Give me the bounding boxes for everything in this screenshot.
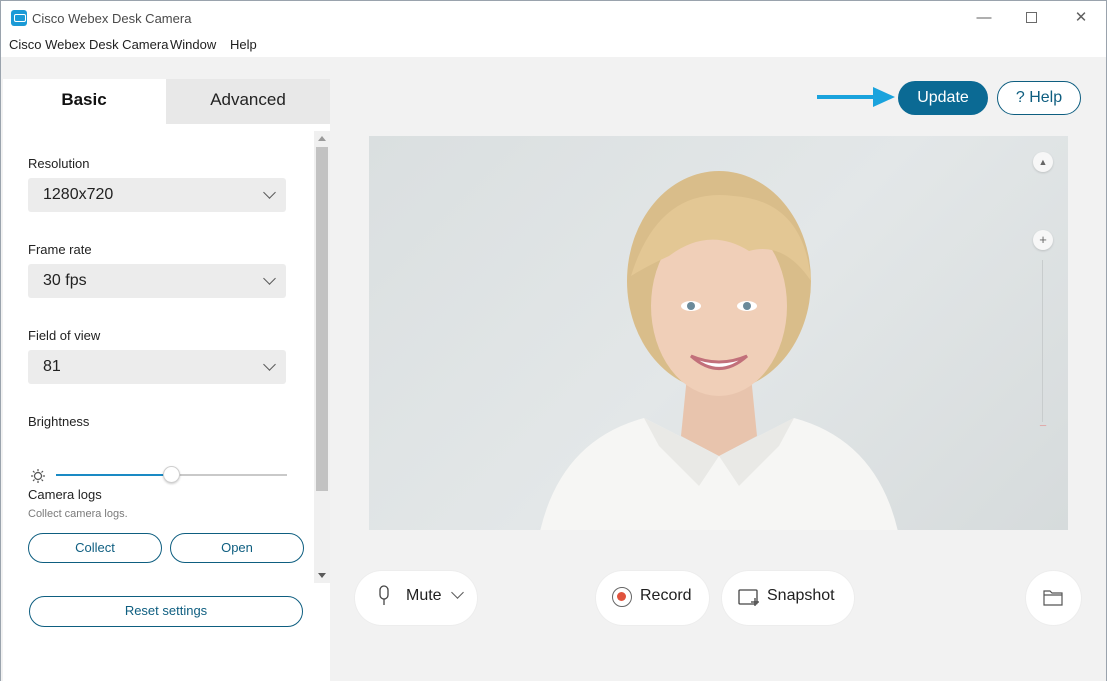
resolution-select[interactable]: 1280x720 <box>28 178 286 212</box>
field-of-view-value: 81 <box>43 358 61 375</box>
settings-scrollbar[interactable] <box>314 131 330 583</box>
field-of-view-select[interactable]: 81 <box>28 350 286 384</box>
menu-item-help[interactable]: Help <box>230 37 257 52</box>
webex-app-icon <box>11 10 27 26</box>
chevron-down-icon <box>263 272 276 285</box>
zoom-in-button[interactable]: + <box>1033 230 1053 250</box>
tab-basic[interactable]: Basic <box>3 79 165 124</box>
brightness-icon <box>31 469 45 483</box>
frame-rate-select[interactable]: 30 fps <box>28 264 286 298</box>
title-bar: Cisco Webex Desk Camera — ✕ <box>1 1 1106 35</box>
microphone-icon <box>379 585 389 605</box>
zoom-out-button[interactable]: − <box>1033 416 1053 436</box>
maximize-button[interactable] <box>1018 7 1044 29</box>
frame-rate-value: 30 fps <box>43 272 87 289</box>
reset-settings-button[interactable]: Reset settings <box>29 596 303 627</box>
resolution-label: Resolution <box>28 156 90 171</box>
resolution-value: 1280x720 <box>43 186 114 203</box>
menu-bar: Cisco Webex Desk Camera Window Help <box>1 35 1106 55</box>
scroll-down-arrow-icon[interactable] <box>318 573 326 578</box>
brightness-slider-track[interactable] <box>172 474 287 476</box>
record-icon <box>612 587 632 607</box>
scrollbar-thumb[interactable] <box>316 147 328 491</box>
zoom-slider[interactable] <box>1042 260 1043 422</box>
tab-advanced[interactable]: Advanced <box>166 79 330 124</box>
minimize-icon: — <box>976 9 992 26</box>
snapshot-label: Snapshot <box>767 587 835 604</box>
chevron-down-icon <box>451 586 464 599</box>
folder-icon <box>1043 590 1063 606</box>
close-button[interactable]: ✕ <box>1068 7 1094 29</box>
brightness-label: Brightness <box>28 414 90 429</box>
menu-item-app[interactable]: Cisco Webex Desk Camera <box>9 37 168 52</box>
record-label: Record <box>640 587 692 604</box>
minimize-button[interactable]: — <box>971 7 997 29</box>
update-button[interactable]: Update <box>898 81 988 115</box>
mute-label: Mute <box>406 587 442 604</box>
app-window: Cisco Webex Desk Camera — ✕ Cisco Webex … <box>0 0 1107 681</box>
snapshot-icon <box>738 589 759 606</box>
snapshot-button[interactable]: Snapshot <box>722 571 854 625</box>
brightness-slider-handle[interactable] <box>163 466 180 483</box>
collect-button[interactable]: Collect <box>28 533 162 563</box>
settings-panel: Basic Advanced Resolution 1280x720 Frame… <box>3 79 330 681</box>
brightness-slider-fill <box>56 474 172 476</box>
camera-feed-person-image <box>540 171 898 530</box>
pointer-arrow-icon <box>817 87 895 107</box>
frame-rate-label: Frame rate <box>28 242 92 257</box>
chevron-down-icon <box>263 358 276 371</box>
help-button[interactable]: ? Help <box>997 81 1081 115</box>
mute-button[interactable]: Mute <box>355 571 477 625</box>
record-button[interactable]: Record <box>596 571 709 625</box>
pan-up-button[interactable]: ▲ <box>1033 152 1053 172</box>
camera-logs-label: Camera logs <box>28 487 102 502</box>
field-of-view-label: Field of view <box>28 328 101 343</box>
menu-item-window[interactable]: Window <box>170 37 216 52</box>
camera-logs-description: Collect camera logs. <box>28 508 128 520</box>
camera-preview: ▲ + − <box>369 136 1068 530</box>
maximize-icon <box>1025 12 1037 23</box>
close-icon: ✕ <box>1074 9 1088 26</box>
scroll-up-arrow-icon[interactable] <box>318 136 326 141</box>
window-title: Cisco Webex Desk Camera <box>32 11 192 26</box>
open-button[interactable]: Open <box>170 533 304 563</box>
main-area: Basic Advanced Resolution 1280x720 Frame… <box>1 57 1106 681</box>
open-folder-button[interactable] <box>1026 571 1081 625</box>
chevron-down-icon <box>263 186 276 199</box>
